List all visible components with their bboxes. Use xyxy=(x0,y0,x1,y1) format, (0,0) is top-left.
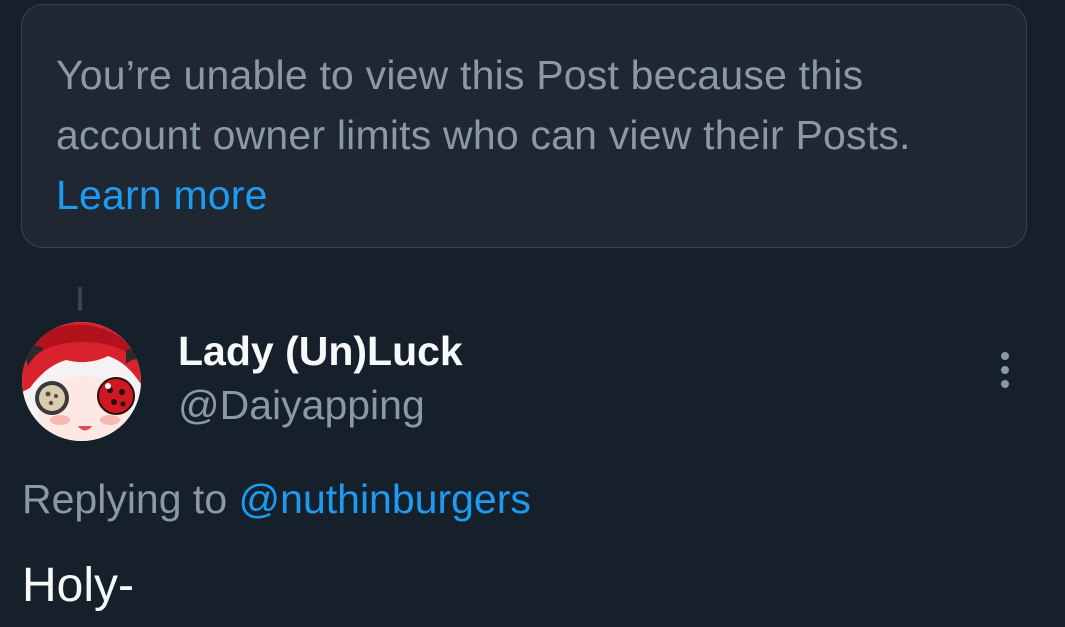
more-options-button[interactable] xyxy=(985,348,1025,392)
avatar-image xyxy=(22,322,141,441)
author-handle[interactable]: @Daiyapping xyxy=(178,382,425,429)
unavailable-post-notice: You’re unable to view this Post because … xyxy=(21,4,1027,248)
notice-text-block: You’re unable to view this Post because … xyxy=(56,45,992,225)
notice-message: You’re unable to view this Post because … xyxy=(56,52,911,158)
learn-more-link[interactable]: Learn more xyxy=(56,172,268,218)
timeline-page: You’re unable to view this Post because … xyxy=(0,0,1065,627)
author-display-name[interactable]: Lady (Un)Luck xyxy=(178,328,463,375)
replying-to-mention[interactable]: @nuthinburgers xyxy=(239,476,531,522)
post-text: Holy- xyxy=(22,559,135,612)
replying-prefix: Replying to xyxy=(22,476,228,522)
avatar[interactable] xyxy=(22,322,141,441)
thread-connector-line xyxy=(78,287,82,311)
replying-to-line: Replying to @nuthinburgers xyxy=(22,476,531,523)
